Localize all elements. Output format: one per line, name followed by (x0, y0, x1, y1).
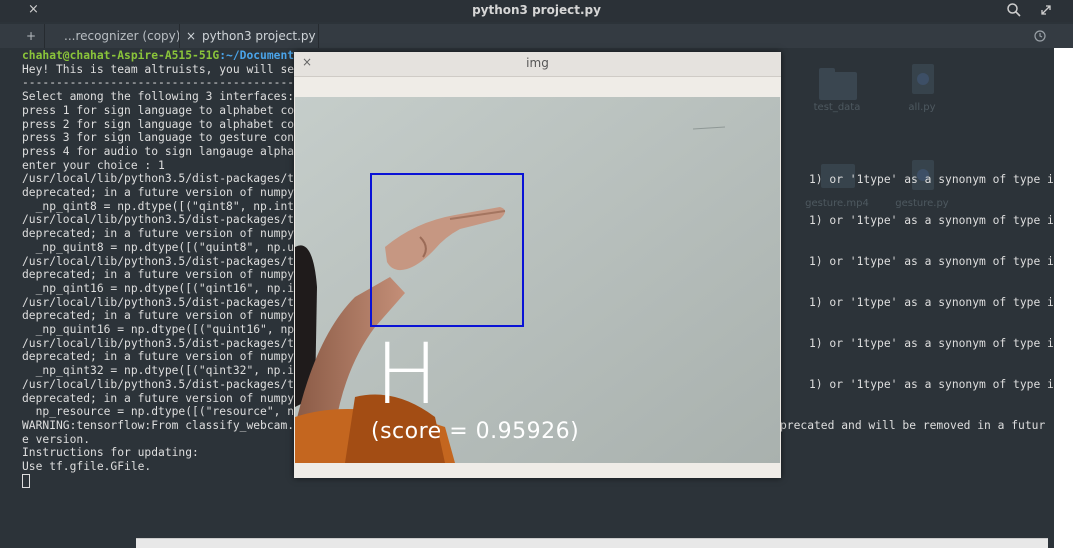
console-line: Instructions for updating: (22, 446, 199, 460)
webcam-image (295, 97, 780, 463)
console-line: deprecated; in a future version of numpy (22, 227, 295, 241)
prompt-path: :~/Document (219, 49, 295, 62)
console-line-fragment: 1) or '1type' as a synonym of type is (809, 173, 1054, 186)
right-margin (1054, 48, 1073, 548)
console-line: press 2 for sign language to alphabet co (22, 117, 295, 131)
tab-recognizer-copy[interactable]: ...recognizer (copy) (64, 24, 180, 48)
img-window-statusbar (294, 463, 781, 478)
prediction-score: (score = 0.95926) (371, 419, 580, 444)
left-margin (0, 48, 22, 545)
img-window[interactable]: × img H (score = 0.95926) (294, 52, 781, 478)
console-line: e version. (22, 432, 91, 446)
console-line: ---------------------------------------- (22, 76, 295, 90)
img-window-toolbar (294, 77, 781, 97)
console-line: deprecated; in a future version of numpy (22, 391, 295, 405)
desktop-icon-label: gesture.mp4 (805, 198, 869, 209)
console-line: enter your choice : 1 (22, 158, 165, 172)
tab-close-button[interactable]: × (186, 24, 196, 48)
console-line: _np_quint8 = np.dtype([("quint8", np.u (22, 240, 295, 254)
console-line: /usr/local/lib/python3.5/dist-packages/t (22, 377, 295, 391)
console-line: /usr/local/lib/python3.5/dist-packages/t (22, 295, 295, 309)
console-line-fragment: 1) or '1type' as a synonym of type is (809, 378, 1054, 391)
desktop-icon-label: gesture.py (895, 198, 949, 209)
console-line: /usr/local/lib/python3.5/dist-packages/t (22, 213, 295, 227)
desktop-icon-label: test_data (813, 102, 861, 113)
console-line: Select among the following 3 interfaces: (22, 90, 295, 104)
console-line: Use tf.gfile.GFile. (22, 460, 152, 474)
console-line: Hey! This is team altruists, you will se (22, 62, 295, 76)
prediction-letter: H (375, 325, 439, 423)
terminal-cursor (22, 473, 30, 488)
console-line: _np_qint8 = np.dtype([("qint8", np.int (22, 199, 295, 213)
window-title: python3 project.py (472, 3, 601, 17)
tab-python3-project[interactable]: python3 project.py (202, 24, 316, 48)
console-line: deprecated; in a future version of numpy (22, 309, 295, 323)
console-lines: chahat@chahat-Aspire-A515-51G:~/Document… (22, 49, 294, 490)
console-line: deprecated; in a future version of numpy (22, 350, 295, 364)
python-file-icon (912, 64, 934, 94)
img-window-title: img (526, 56, 549, 70)
console-line: WARNING:tensorflow:From classify_webcam. (22, 418, 295, 432)
console-line: /usr/local/lib/python3.5/dist-packages/t (22, 254, 295, 268)
console-line: deprecated; in a future version of numpy (22, 268, 295, 282)
console-line: /usr/local/lib/python3.5/dist-packages/t (22, 336, 295, 350)
console-line: deprecated; in a future version of numpy (22, 186, 295, 200)
horizontal-scrollbar[interactable] (136, 538, 1048, 548)
prompt-user: chahat@chahat-Aspire-A515-51G (22, 49, 220, 62)
tab-bar: + ...recognizer (copy) × python3 project… (0, 24, 1073, 48)
console-line: np_resource = np.dtype([("resource", n (22, 405, 295, 419)
img-window-titlebar[interactable]: × img (294, 52, 781, 77)
history-icon[interactable] (1033, 29, 1047, 43)
console-line-fragment: 1) or '1type' as a synonym of type is (809, 255, 1054, 268)
new-tab-button[interactable]: + (26, 24, 36, 48)
console-line: press 3 for sign language to gesture con (22, 131, 295, 145)
console-line-fragment: precated and will be removed in a futur (780, 419, 1046, 432)
console-line: press 1 for sign language to alphabet co (22, 103, 295, 117)
console-line-fragment: 1) or '1type' as a synonym of type is (809, 214, 1054, 227)
console-line: _np_quint16 = np.dtype([("quint16", np (22, 323, 295, 337)
console-line: /usr/local/lib/python3.5/dist-packages/t (22, 172, 295, 186)
folder-icon (819, 68, 857, 100)
terminal-titlebar: × python3 project.py (0, 0, 1073, 22)
console-line: _np_qint32 = np.dtype([("qint32", np.i (22, 364, 295, 378)
console-line-fragment: 1) or '1type' as a synonym of type is (809, 296, 1054, 309)
console-line: press 4 for audio to sign langauge alpha (22, 144, 295, 158)
console-line-fragment: 1) or '1type' as a synonym of type is (809, 337, 1054, 350)
search-icon[interactable] (1006, 2, 1022, 18)
console-line: _np_qint16 = np.dtype([("qint16", np.i (22, 281, 295, 295)
desktop-icon-label: all.py (908, 102, 936, 113)
webcam-frame: H (score = 0.95926) (295, 97, 780, 463)
unmaximize-icon[interactable] (1038, 2, 1054, 18)
